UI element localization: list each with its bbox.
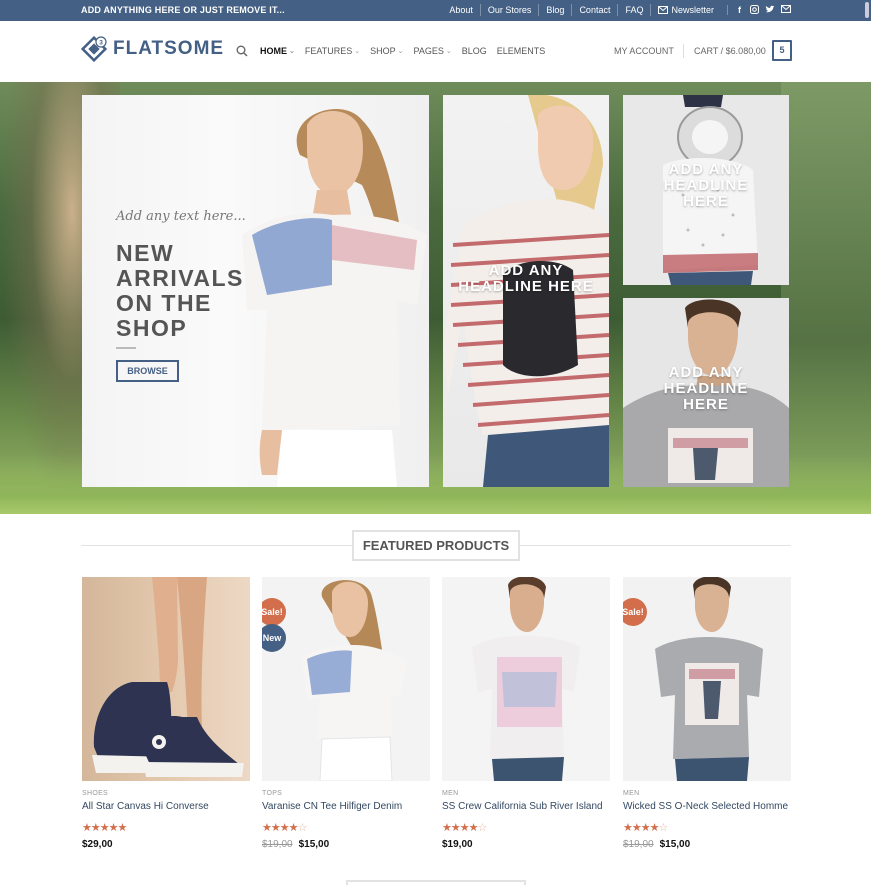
social-icons: f <box>727 5 791 15</box>
star-rating: ★★★★☆ <box>442 822 487 834</box>
banner-top-right[interactable]: ADD ANY HEADLINE HERE <box>623 95 789 285</box>
twitter-icon[interactable] <box>765 5 775 14</box>
product-name[interactable]: Varanise CN Tee Hilfiger Denim <box>262 801 430 812</box>
newsletter-label: Newsletter <box>671 5 714 15</box>
chevron-down-icon: ⌄ <box>397 48 404 55</box>
cart-link[interactable]: CART / $6.080,00 <box>694 46 766 56</box>
product-price: $29,00 <box>82 839 250 850</box>
product-card[interactable]: MEN SS Crew California Sub River Island … <box>442 577 610 850</box>
site-logo[interactable]: 3 FLATSOME <box>81 36 224 62</box>
page-scrollbar[interactable] <box>865 2 869 18</box>
nav-item-home[interactable]: HOME ⌄ <box>260 46 295 56</box>
main-header: 3 FLATSOME HOME ⌄ FEATURES ⌄ SHOP ⌄ PAGES ⌄ … <box>0 21 871 82</box>
envelope-icon <box>658 6 669 14</box>
email-icon[interactable] <box>781 5 791 13</box>
product-price: $19,00 $15,00 <box>623 839 791 850</box>
converse-shoes-image <box>92 577 244 777</box>
product-name[interactable]: SS Crew California Sub River Island <box>442 801 610 812</box>
nav-item-shop[interactable]: SHOP ⌄ <box>370 46 403 56</box>
product-image[interactable] <box>442 577 610 781</box>
nav-label: PAGES <box>413 46 444 56</box>
search-icon[interactable] <box>236 45 248 57</box>
current-price: $19,00 <box>442 839 473 850</box>
hero-section: Add any text here... NEW ARRIVALS ON THE… <box>0 82 871 514</box>
banner-top-right-headline: ADD ANY HEADLINE HERE <box>663 161 749 210</box>
nav-label: BLOG <box>461 46 487 56</box>
facebook-icon[interactable]: f <box>735 5 744 15</box>
model-man-grey-tee-product-image <box>655 577 763 781</box>
banner-middle-headline: ADD ANY HEADLINE HERE <box>458 262 594 295</box>
product-category[interactable]: SHOES <box>82 790 250 797</box>
product-card[interactable]: SHOES All Star Canvas Hi Converse ★★★★★ … <box>82 577 250 850</box>
star-rating: ★★★★☆ <box>623 822 668 834</box>
logo-badge: 3 <box>99 39 103 46</box>
logo-text: FLATSOME <box>113 38 225 59</box>
nav-item-pages[interactable]: PAGES ⌄ <box>413 46 451 56</box>
chevron-down-icon: ⌄ <box>354 48 361 55</box>
star-rating: ★★★★★ <box>82 822 127 834</box>
top-link-blog[interactable]: Blog <box>538 4 571 16</box>
nav-item-features[interactable]: FEATURES ⌄ <box>305 46 360 56</box>
nav-label: ELEMENTS <box>496 46 546 56</box>
current-price: $15,00 <box>659 839 691 850</box>
top-link-our-stores[interactable]: Our Stores <box>479 4 539 16</box>
star-rating: ★★★★☆ <box>262 822 307 834</box>
browse-button[interactable]: BROWSE <box>116 360 179 382</box>
banner-middle[interactable]: ADD ANY HEADLINE HERE <box>443 95 609 487</box>
current-price: $15,00 <box>298 839 330 850</box>
product-image[interactable]: Sale! <box>623 577 791 781</box>
model-man-california-tee-image <box>472 577 580 781</box>
product-card[interactable]: Sale! New TOPS Varanise CN Tee Hilfiger … <box>262 577 430 850</box>
chevron-down-icon: ⌄ <box>289 48 295 55</box>
old-price: $19,00 <box>623 839 654 850</box>
top-link-about[interactable]: About <box>442 4 480 16</box>
product-card[interactable]: Sale! MEN Wicked SS O-Neck Selected Homm… <box>623 577 791 850</box>
featured-products-title: FEATURED PRODUCTS <box>352 530 520 561</box>
product-image[interactable]: Sale! New <box>262 577 430 781</box>
nav-label: FEATURES <box>304 46 353 56</box>
top-link-contact[interactable]: Contact <box>571 4 617 16</box>
product-image[interactable] <box>82 577 250 781</box>
banner-headline: NEW ARRIVALS ON THE SHOP <box>116 240 244 341</box>
current-price: $29,00 <box>82 839 113 850</box>
product-category[interactable]: TOPS <box>262 790 430 797</box>
top-bar-links: About Our Stores Blog Contact FAQ Newsle… <box>442 4 791 16</box>
top-bar: ADD ANYTHING HERE OR JUST REMOVE IT... A… <box>0 0 871 21</box>
newsletter-link[interactable]: Newsletter <box>650 4 721 16</box>
old-price: $19,00 <box>262 839 293 850</box>
logo-diamond-icon: 3 <box>81 36 107 62</box>
nav-label: HOME <box>260 46 287 56</box>
cart-count-icon[interactable]: 5 <box>772 40 792 61</box>
hero-background-trees <box>781 82 871 514</box>
my-account-link[interactable]: MY ACCOUNT <box>614 46 674 56</box>
nav-label: SHOP <box>370 46 396 56</box>
product-name[interactable]: All Star Canvas Hi Converse <box>82 801 250 812</box>
banner-divider <box>116 347 136 349</box>
product-name[interactable]: Wicked SS O-Neck Selected Homme <box>623 801 791 812</box>
nav-item-blog[interactable]: BLOG <box>462 46 487 56</box>
product-price: $19,00 <box>442 839 610 850</box>
product-category[interactable]: MEN <box>442 790 610 797</box>
main-nav: HOME ⌄ FEATURES ⌄ SHOP ⌄ PAGES ⌄ BLOG ELEMEN… <box>236 45 545 57</box>
top-link-faq[interactable]: FAQ <box>617 4 650 16</box>
banner-lead-text: Add any text here... <box>116 209 246 224</box>
next-section-title-box <box>346 880 526 885</box>
top-bar-promo: ADD ANYTHING HERE OR JUST REMOVE IT... <box>81 5 285 15</box>
model-woman-flag-tee-product-image <box>302 580 407 781</box>
nav-item-elements[interactable]: ELEMENTS <box>497 46 546 56</box>
banner-new-arrivals[interactable]: Add any text here... NEW ARRIVALS ON THE… <box>82 95 429 487</box>
banner-bottom-right[interactable]: ADD ANY HEADLINE HERE <box>623 298 789 487</box>
header-divider <box>683 44 684 58</box>
product-price: $19,00 $15,00 <box>262 839 430 850</box>
chevron-down-icon: ⌄ <box>445 48 452 55</box>
product-category[interactable]: MEN <box>623 790 791 797</box>
banner-bottom-right-headline: ADD ANY HEADLINE HERE <box>663 364 749 413</box>
instagram-icon[interactable] <box>750 5 759 14</box>
